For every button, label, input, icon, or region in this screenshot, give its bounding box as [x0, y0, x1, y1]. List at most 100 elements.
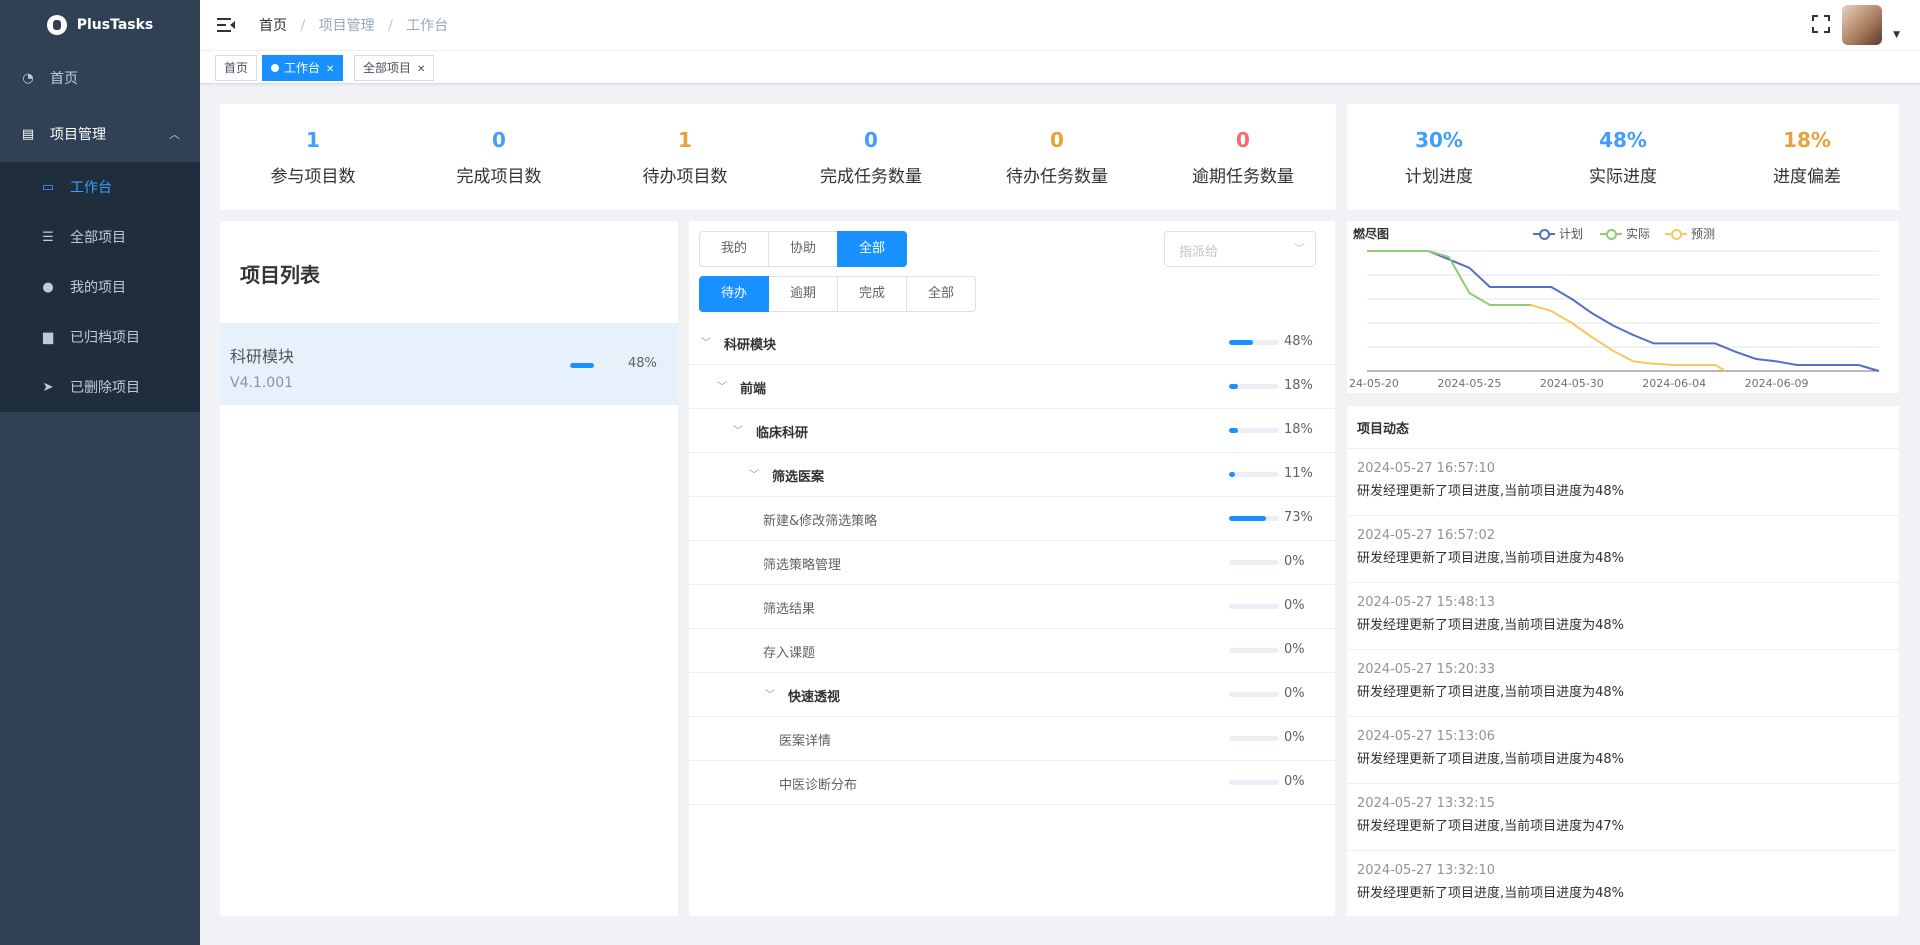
x-tick-label: 2024-05-30	[1540, 377, 1604, 390]
status-tab[interactable]: 完成	[837, 276, 907, 312]
stat-value: 0	[864, 128, 878, 152]
sidebar-item-workbench[interactable]: ▭ 工作台	[0, 162, 200, 212]
task-row[interactable]: ﹀ 科研模块 48%	[689, 321, 1335, 365]
app-logo[interactable]: PlusTasks	[0, 0, 200, 50]
x-tick-label: 2024-06-09	[1745, 377, 1809, 390]
activity-item: 2024-05-27 15:20:33 研发经理更新了项目进度,当前项目进度为48…	[1347, 649, 1899, 716]
burndown-card: 燃尽图 计划 实际 预测 24-05-20 2024-05-25 2024-05-30 2…	[1347, 221, 1899, 393]
sidebar-item-deleted[interactable]: ➤ 已删除项目	[0, 362, 200, 412]
chevron-down-icon[interactable]: ﹀	[749, 466, 759, 481]
sidebar-item-label: 已归档项目	[70, 330, 140, 346]
task-row[interactable]: 中医诊断分布 0%	[689, 761, 1335, 805]
chevron-down-icon[interactable]: ﹀	[701, 334, 711, 349]
user-icon: ●	[42, 279, 54, 295]
stat-value: 0	[492, 128, 506, 152]
activity-title: 项目动态	[1357, 422, 1410, 437]
progress-stat-value: 30%	[1415, 128, 1463, 152]
series-line-预测	[1530, 304, 1726, 372]
task-row[interactable]: 筛选结果 0%	[689, 585, 1335, 629]
task-row[interactable]: ﹀ 临床科研 18%	[689, 409, 1335, 453]
task-label: 筛选结果	[763, 602, 816, 617]
tag-all-projects[interactable]: 全部项目 ✕	[354, 55, 435, 81]
activity-text: 研发经理更新了项目进度,当前项目进度为48%	[1357, 484, 1625, 499]
task-row[interactable]: 新建&修改筛选策略 73%	[689, 497, 1335, 541]
tag-home[interactable]: 首页	[215, 55, 258, 81]
collapse-menu-icon[interactable]	[217, 18, 235, 32]
activity-time: 2024-05-27 13:32:15	[1357, 796, 1496, 811]
sidebar-item-home[interactable]: ◔ 首页	[0, 50, 200, 106]
assignee-select[interactable]: 指派给 ﹀	[1164, 231, 1316, 267]
activity-text: 研发经理更新了项目进度,当前项目进度为47%	[1357, 819, 1625, 834]
task-progress-bar	[1229, 736, 1279, 741]
project-list-card: 项目列表 科研模块 V4.1.001 48%	[220, 221, 678, 916]
stat-item: 1 待办项目数	[592, 104, 778, 210]
sidebar-item-label: 全部项目	[70, 230, 126, 246]
task-progress-bar	[1229, 692, 1279, 697]
activity-text: 研发经理更新了项目进度,当前项目进度为48%	[1357, 618, 1625, 633]
scope-tab[interactable]: 全部	[837, 231, 907, 267]
close-icon[interactable]: ✕	[326, 64, 334, 75]
task-progress-bar	[1229, 516, 1279, 521]
stat-label: 待办项目数	[642, 167, 728, 187]
task-label: 筛选策略管理	[763, 558, 842, 573]
close-icon[interactable]: ✕	[417, 64, 425, 75]
status-tab[interactable]: 待办	[699, 276, 769, 312]
stat-value: 1	[306, 128, 320, 152]
task-progress-label: 18%	[1284, 422, 1313, 437]
task-progress-label: 0%	[1284, 686, 1305, 701]
task-row[interactable]: ﹀ 前端 18%	[689, 365, 1335, 409]
chevron-down-icon[interactable]: ﹀	[765, 686, 775, 701]
scope-tab[interactable]: 协助	[768, 231, 838, 267]
activity-list: 2024-05-27 16:57:10 研发经理更新了项目进度,当前项目进度为48…	[1347, 448, 1899, 916]
fullscreen-icon[interactable]	[1812, 15, 1830, 33]
task-label: 中医诊断分布	[779, 778, 858, 793]
chevron-down-icon[interactable]: ﹀	[733, 422, 743, 437]
task-row[interactable]: 存入课题 0%	[689, 629, 1335, 673]
task-row[interactable]: 中医辨证分布0%	[689, 805, 1335, 806]
status-tab[interactable]: 全部	[906, 276, 976, 312]
task-tree: ﹀ 科研模块 48% ﹀ 前端 18% ﹀ 临床科研 18% ﹀ 筛选医案 11% 新建&修改筛选策略 7…	[689, 321, 1335, 806]
breadcrumb-item[interactable]: 首页	[259, 18, 287, 34]
sidebar-item-label: 项目管理	[50, 127, 106, 143]
task-label: 医案详情	[779, 734, 832, 749]
send-icon: ➤	[42, 379, 54, 395]
stat-value: 0	[1050, 128, 1064, 152]
caret-down-icon[interactable]: ▼	[1893, 30, 1900, 40]
task-progress-bar	[1229, 428, 1279, 433]
tag-workbench[interactable]: 工作台 ✕	[262, 55, 344, 81]
sidebar-item-my-projects[interactable]: ● 我的项目	[0, 262, 200, 312]
status-tab[interactable]: 逾期	[768, 276, 838, 312]
sidebar-item-project-mgmt[interactable]: ▤ 项目管理 ︿	[0, 106, 200, 162]
x-tick-label: 24-05-20	[1349, 377, 1399, 390]
progress-stat-label: 计划进度	[1405, 167, 1473, 187]
task-progress-bar	[1229, 340, 1279, 345]
activity-item: 2024-05-27 15:48:13 研发经理更新了项目进度,当前项目进度为48…	[1347, 582, 1899, 649]
task-label: 新建&修改筛选策略	[763, 514, 878, 529]
sidebar-item-label: 我的项目	[70, 280, 126, 296]
task-row[interactable]: 医案详情 0%	[689, 717, 1335, 761]
activity-item: 2024-05-27 16:57:02 研发经理更新了项目进度,当前项目进度为48…	[1347, 515, 1899, 582]
status-tab-group: 待办 逾期 完成 全部	[699, 276, 976, 312]
task-row[interactable]: ﹀ 快速透视 0%	[689, 673, 1335, 717]
breadcrumb-item: 工作台	[406, 18, 449, 34]
sidebar-item-all-projects[interactable]: ☰ 全部项目	[0, 212, 200, 262]
stat-label: 完成项目数	[456, 167, 542, 187]
task-label: 前端	[740, 382, 767, 397]
activity-item: 2024-05-27 13:32:10 研发经理更新了项目进度,当前项目进度为48…	[1347, 850, 1899, 916]
dashboard-icon: ◔	[22, 70, 34, 86]
scope-tab[interactable]: 我的	[699, 231, 769, 267]
chevron-down-icon[interactable]: ﹀	[717, 378, 727, 393]
list-icon: ☰	[42, 229, 54, 245]
avatar[interactable]	[1842, 5, 1882, 45]
task-progress-label: 11%	[1284, 466, 1313, 481]
task-row[interactable]: ﹀ 筛选医案 11%	[689, 453, 1335, 497]
scope-tab-group: 我的 协助 全部	[699, 231, 907, 267]
stat-label: 参与项目数	[270, 167, 356, 187]
project-row[interactable]: 科研模块 V4.1.001 48%	[220, 323, 678, 405]
sidebar-item-archived[interactable]: ▆ 已归档项目	[0, 312, 200, 362]
activity-text: 研发经理更新了项目进度,当前项目进度为48%	[1357, 685, 1625, 700]
activity-item: 2024-05-27 15:13:06 研发经理更新了项目进度,当前项目进度为48…	[1347, 716, 1899, 783]
task-row[interactable]: 筛选策略管理 0%	[689, 541, 1335, 585]
activity-time: 2024-05-27 16:57:10	[1357, 461, 1496, 476]
stat-item: 0 逾期任务数量	[1150, 104, 1336, 210]
